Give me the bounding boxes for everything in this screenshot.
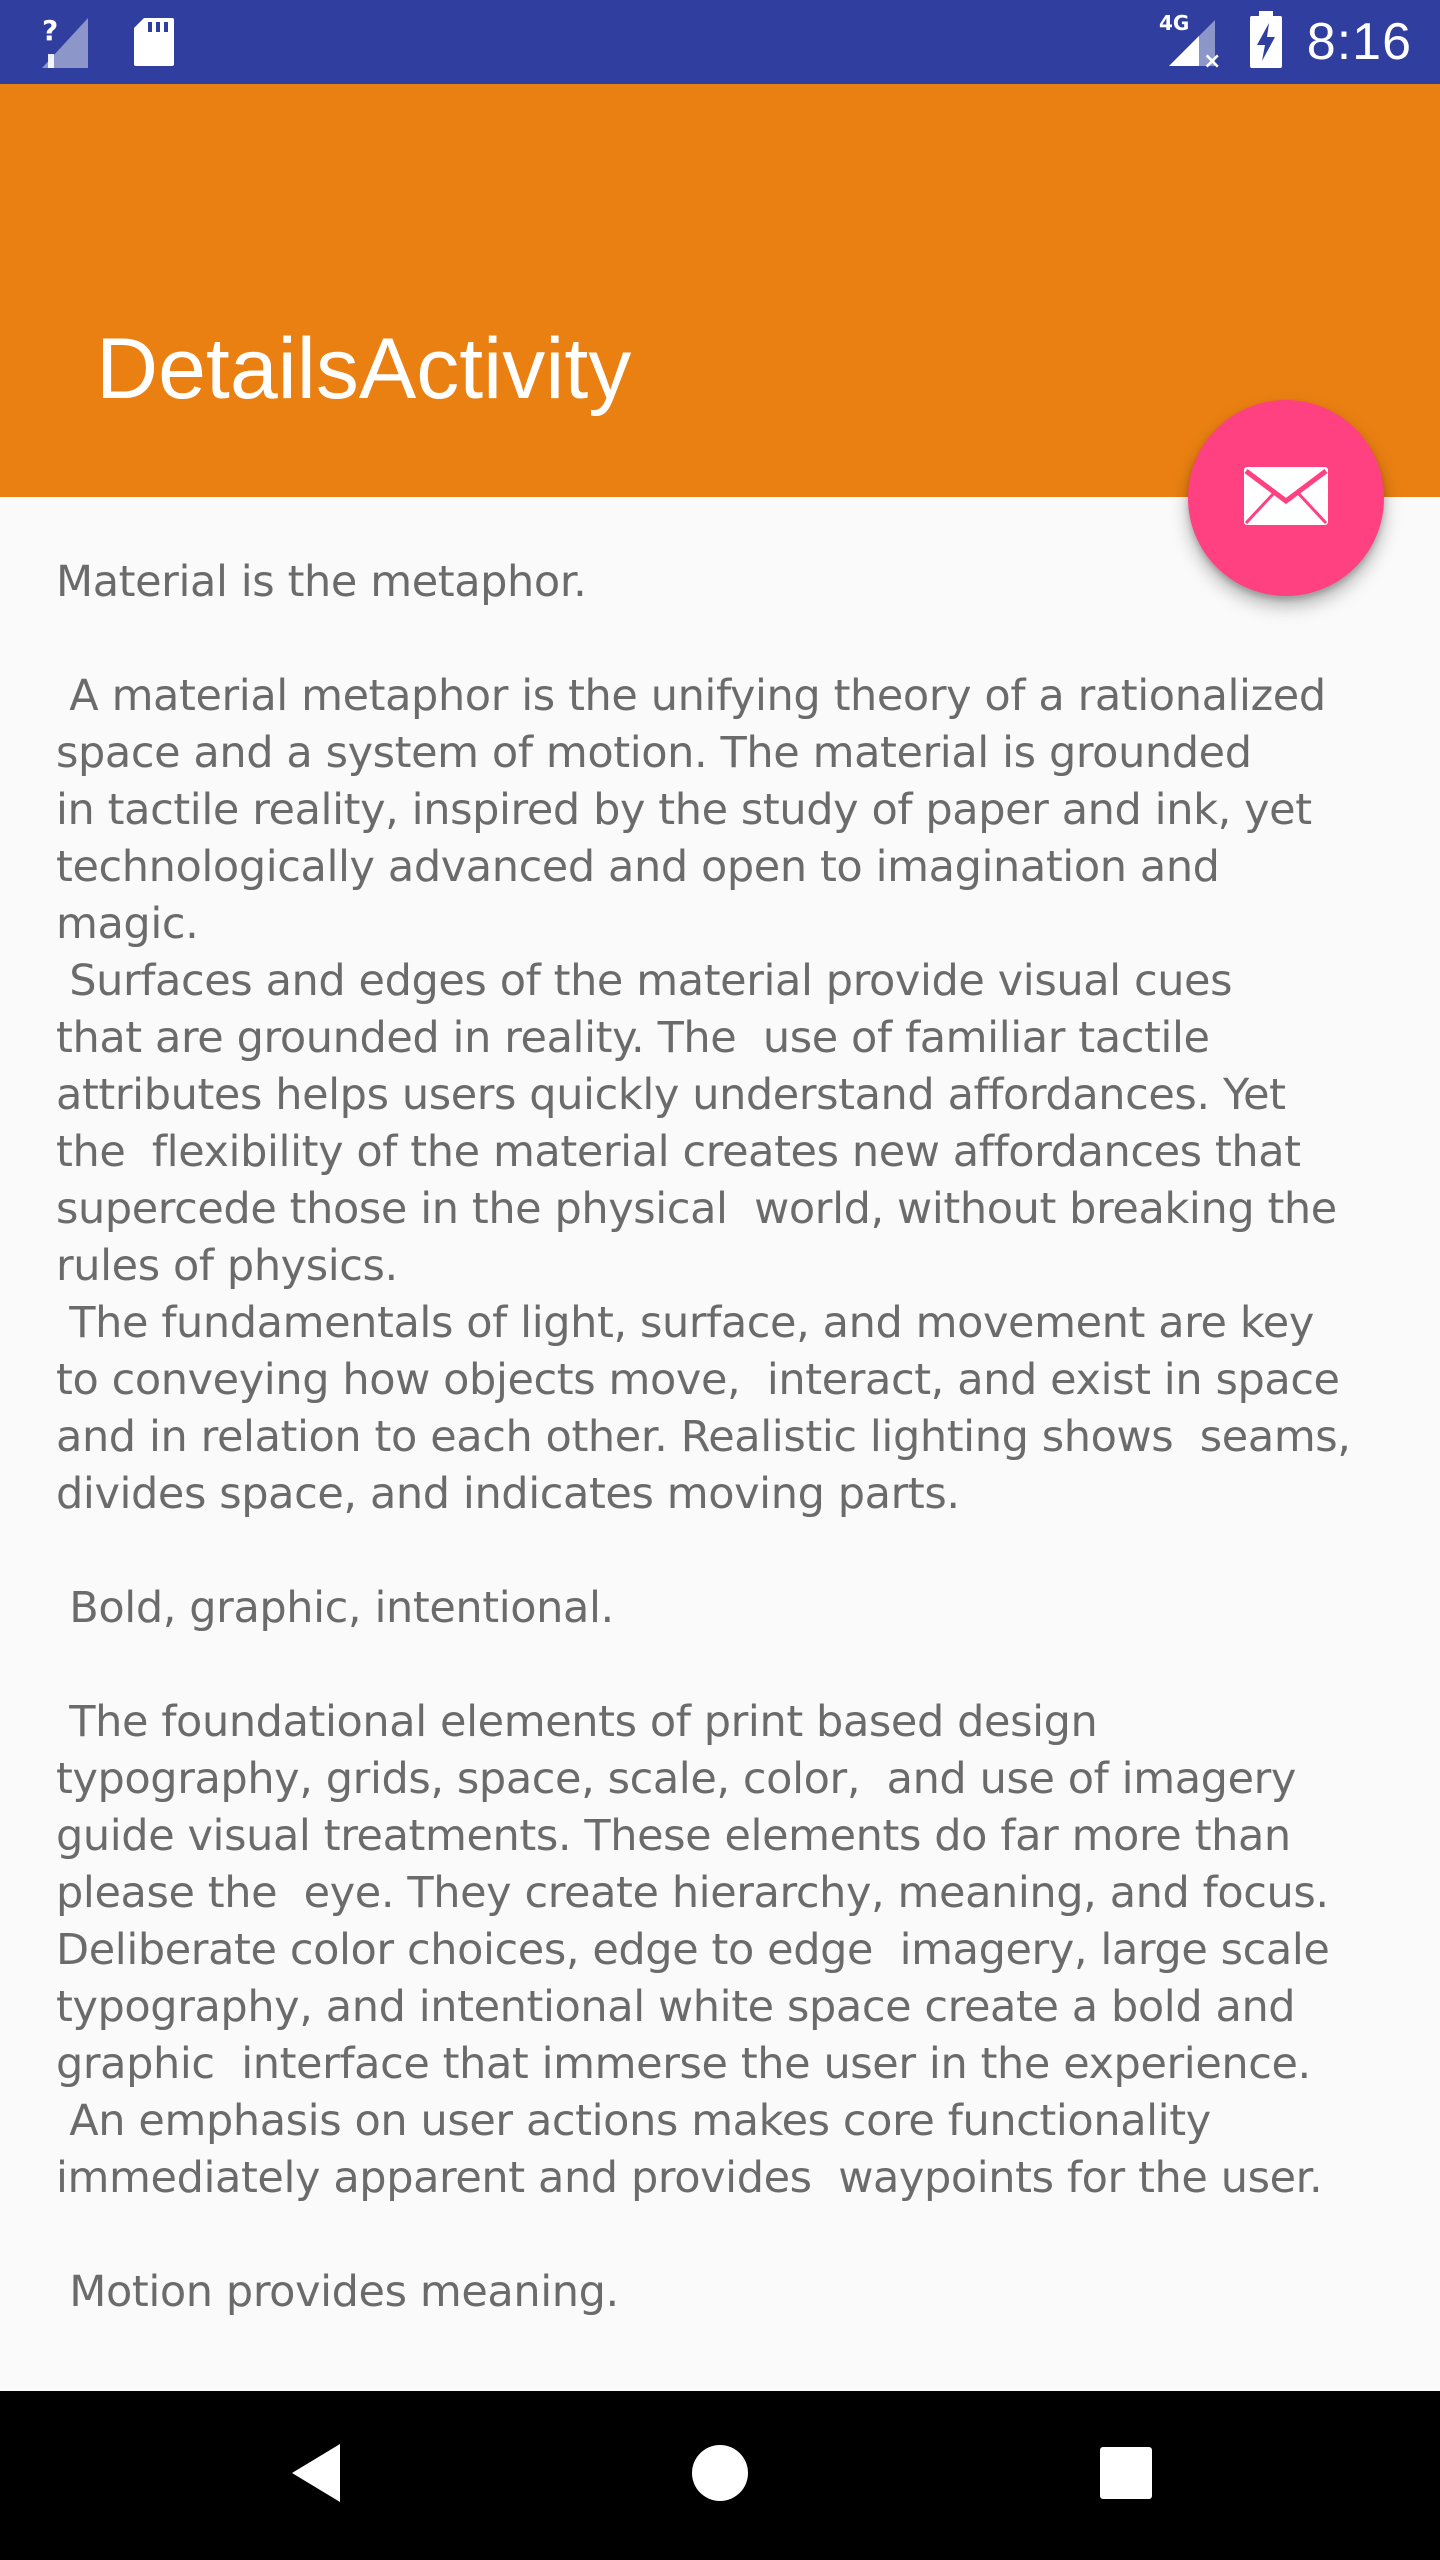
details-body-text: Material is the metaphor. A material met… <box>56 557 1351 2317</box>
mobile-data-icon: 4G × <box>1159 10 1225 75</box>
network-type-label: 4G <box>1159 11 1189 35</box>
status-bar: ? 4G × 8:16 <box>0 0 1440 84</box>
page-title: DetailsActivity <box>96 321 632 417</box>
status-right: 4G × 8:16 <box>1159 0 1412 84</box>
home-icon <box>690 2443 750 2508</box>
svg-text:?: ? <box>42 14 58 47</box>
recents-icon <box>1099 2446 1153 2505</box>
battery-charging-icon <box>1249 10 1283 74</box>
navigation-bar <box>0 2391 1440 2560</box>
home-button[interactable] <box>640 2391 800 2560</box>
sd-card-icon <box>132 16 176 73</box>
status-left: ? <box>40 14 176 75</box>
no-signal-icon: ? <box>40 14 90 75</box>
email-icon <box>1242 465 1330 532</box>
back-button[interactable] <box>236 2391 396 2560</box>
back-icon <box>288 2442 344 2509</box>
status-clock: 8:16 <box>1306 13 1412 71</box>
svg-text:×: × <box>1203 49 1221 70</box>
recents-button[interactable] <box>1046 2391 1206 2560</box>
